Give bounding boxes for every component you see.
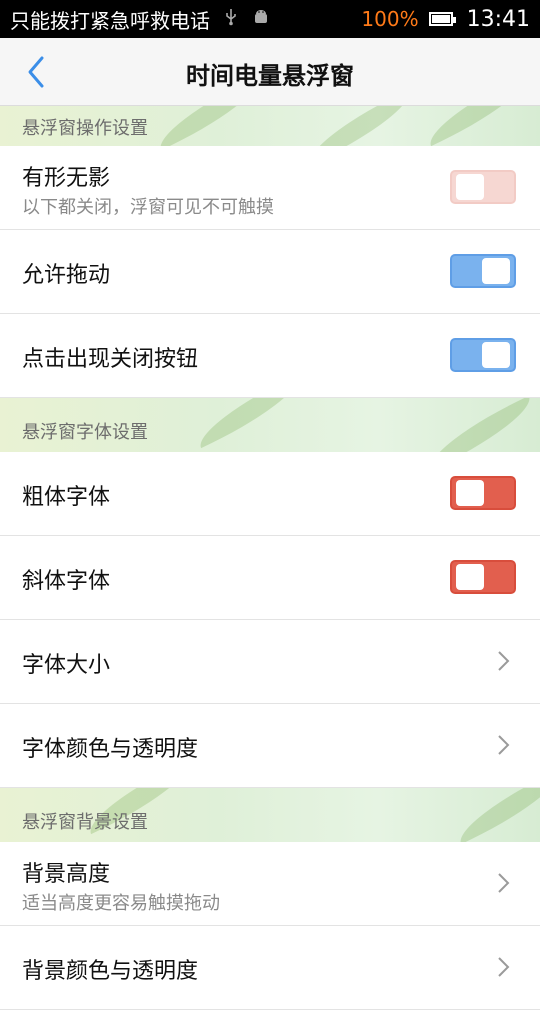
invisible-touch-toggle[interactable]: [450, 170, 516, 204]
page-title: 时间电量悬浮窗: [186, 62, 354, 90]
item-title: 点击出现关闭按钮: [22, 347, 199, 372]
chevron-right-icon: [498, 873, 510, 893]
item-title: 斜体字体: [22, 569, 111, 594]
item-title: 背景高度: [22, 862, 111, 887]
section-title: 悬浮窗操作设置: [22, 118, 148, 139]
item-subtitle: 适当高度更容易触摸拖动: [22, 893, 220, 914]
list-item-background-color[interactable]: 背景颜色与透明度: [0, 926, 540, 1010]
status-bar: 只能拨打紧急呼救电话 100% 13:41: [0, 0, 540, 38]
list-item-italic-font[interactable]: 斜体字体: [0, 536, 540, 620]
item-title: 有形无影: [22, 166, 111, 191]
section-title: 悬浮窗字体设置: [22, 422, 148, 443]
battery-icon: [428, 12, 456, 26]
section-title: 悬浮窗背景设置: [22, 812, 148, 833]
title-bar: 时间电量悬浮窗: [0, 38, 540, 106]
section-header-font: 悬浮窗字体设置: [0, 398, 540, 452]
item-title: 字体颜色与透明度: [22, 737, 199, 762]
status-right: 100% 13:41: [361, 7, 530, 32]
list-item-background-height[interactable]: 背景高度 适当高度更容易触摸拖动: [0, 842, 540, 926]
section-header-operation: 悬浮窗操作设置: [0, 106, 540, 146]
list-item-font-color[interactable]: 字体颜色与透明度: [0, 704, 540, 788]
list-item-invisible-touch[interactable]: 有形无影 以下都关闭，浮窗可见不可触摸: [0, 146, 540, 230]
section-header-background: 悬浮窗背景设置: [0, 788, 540, 842]
list-item-font-size[interactable]: 字体大小: [0, 620, 540, 704]
settings-list: 悬浮窗操作设置 有形无影 以下都关闭，浮窗可见不可触摸 允许拖动 点击出现关闭按…: [0, 106, 540, 1010]
item-title: 背景颜色与透明度: [22, 959, 199, 984]
italic-font-toggle[interactable]: [450, 560, 516, 594]
chevron-right-icon: [498, 957, 510, 977]
allow-drag-toggle[interactable]: [450, 254, 516, 288]
clock: 13:41: [466, 6, 530, 32]
list-item-close-button[interactable]: 点击出现关闭按钮: [0, 314, 540, 398]
list-item-bold-font[interactable]: 粗体字体: [0, 452, 540, 536]
item-subtitle: 以下都关闭，浮窗可见不可触摸: [22, 197, 274, 218]
bold-font-toggle[interactable]: [450, 476, 516, 510]
usb-icon: [224, 8, 238, 30]
item-title: 粗体字体: [22, 485, 111, 510]
item-title: 字体大小: [22, 653, 111, 678]
carrier-text: 只能拨打紧急呼救电话: [10, 8, 210, 33]
show-close-button-toggle[interactable]: [450, 338, 516, 372]
list-item-allow-drag[interactable]: 允许拖动: [0, 230, 540, 314]
item-title: 允许拖动: [22, 263, 111, 288]
chevron-right-icon: [498, 651, 510, 671]
chevron-right-icon: [498, 735, 510, 755]
battery-percent: 100%: [361, 7, 419, 31]
android-icon: [252, 8, 270, 30]
